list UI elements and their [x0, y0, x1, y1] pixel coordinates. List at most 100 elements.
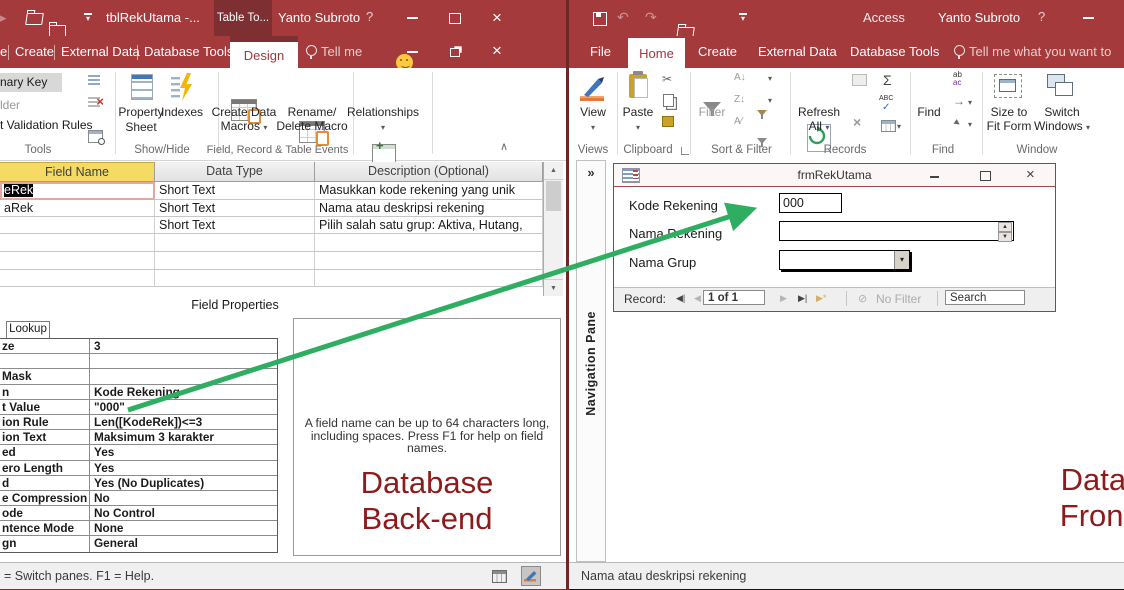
- prop-value[interactable]: Len([KodeRek])<=3: [90, 415, 277, 429]
- tab-design-active[interactable]: Design: [230, 42, 298, 68]
- create-data-macros-button[interactable]: Create Data Macros ▾: [208, 105, 280, 133]
- datasheet-view-icon[interactable]: [489, 566, 509, 586]
- description-cell[interactable]: Nama atau deskripsi rekening: [315, 200, 543, 217]
- view-button[interactable]: View ▾: [571, 105, 615, 133]
- help-icon[interactable]: ?: [1038, 9, 1045, 24]
- remove-sort-icon[interactable]: A⁄: [734, 116, 742, 127]
- new-record-icon[interactable]: [852, 74, 867, 86]
- data-type-cell[interactable]: [155, 234, 315, 252]
- field-name-cell[interactable]: [0, 252, 155, 270]
- paste-icon[interactable]: [629, 71, 648, 98]
- copy-icon[interactable]: [663, 94, 674, 107]
- help-icon[interactable]: ?: [366, 9, 373, 24]
- paste-button[interactable]: Paste ▾: [617, 105, 659, 133]
- format-painter-icon[interactable]: [662, 116, 674, 127]
- data-type-cell[interactable]: Short Text: [155, 200, 315, 217]
- prop-value[interactable]: Yes: [90, 461, 277, 475]
- minimize-button[interactable]: [407, 17, 418, 19]
- prop-value[interactable]: [90, 369, 277, 383]
- prop-value[interactable]: No Control: [90, 506, 277, 520]
- prop-value[interactable]: 3: [90, 339, 277, 353]
- field-name-cell[interactable]: aRek: [0, 200, 155, 217]
- prop-value-default[interactable]: "000": [90, 400, 277, 414]
- prop-value[interactable]: General: [90, 536, 277, 551]
- qat-customize-icon[interactable]: ▾: [84, 13, 92, 23]
- doc-minimize-button[interactable]: [407, 51, 418, 53]
- description-cell[interactable]: Pilih salah satu grup: Aktiva, Hutang,: [315, 217, 543, 234]
- cut-icon[interactable]: ✂: [662, 72, 672, 86]
- switch-windows-button[interactable]: Switch Windows ▾: [1033, 105, 1091, 133]
- switch-windows-icon[interactable]: [1047, 74, 1075, 98]
- current-record-box[interactable]: 1 of 1: [703, 290, 765, 305]
- indexes-button[interactable]: Indexes: [156, 105, 208, 119]
- data-type-cell[interactable]: [155, 270, 315, 287]
- nama-rekening-input[interactable]: [779, 221, 1014, 241]
- column-header-field-name[interactable]: Field Name: [0, 162, 155, 182]
- description-cell[interactable]: [315, 252, 543, 270]
- doc-close-button[interactable]: ×: [492, 42, 502, 59]
- next-record-icon[interactable]: ▶: [780, 293, 787, 304]
- more-options-icon[interactable]: [881, 120, 896, 132]
- tell-me-box[interactable]: Tell me: [321, 44, 362, 59]
- description-cell[interactable]: [315, 270, 543, 287]
- goto-icon[interactable]: →: [953, 94, 965, 108]
- form-maximize-icon[interactable]: [980, 171, 991, 181]
- delete-record-icon[interactable]: ×: [853, 114, 861, 130]
- clipboard-dialog-launcher-icon[interactable]: [681, 147, 689, 155]
- refresh-all-button[interactable]: Refresh All ▾: [794, 105, 844, 133]
- delete-rows-icon[interactable]: [88, 94, 104, 109]
- size-to-fit-form-icon[interactable]: [994, 74, 1022, 98]
- description-cell[interactable]: [315, 234, 543, 252]
- account-name[interactable]: Yanto Subroto: [278, 10, 360, 25]
- data-type-cell[interactable]: Short Text: [155, 217, 315, 234]
- test-validation-rules-button[interactable]: t Validation Rules: [0, 118, 93, 132]
- prop-value[interactable]: Yes (No Duplicates): [90, 476, 277, 490]
- maximize-button[interactable]: [449, 13, 461, 24]
- builder-button[interactable]: lder: [0, 98, 20, 112]
- prop-value[interactable]: None: [90, 521, 277, 535]
- close-button[interactable]: ×: [492, 9, 502, 26]
- prop-value[interactable]: No: [90, 491, 277, 505]
- tab-database-tools[interactable]: Database Tools: [144, 44, 233, 59]
- prop-value[interactable]: Kode Rekening: [90, 385, 277, 399]
- insert-rows-icon[interactable]: [88, 75, 100, 86]
- nama-rekening-spinner[interactable]: ▲ ▼: [998, 222, 1012, 242]
- scrollbar-thumb[interactable]: [546, 181, 561, 211]
- tab-external-data[interactable]: External Data: [758, 44, 837, 59]
- column-header-data-type[interactable]: Data Type: [155, 162, 315, 182]
- select-icon[interactable]: ▸: [952, 116, 964, 129]
- form-close-icon[interactable]: ×: [1026, 166, 1035, 183]
- tab-home-cut[interactable]: e: [0, 44, 7, 59]
- scroll-down-icon[interactable]: ▼: [544, 279, 563, 297]
- data-type-cell[interactable]: Short Text: [155, 182, 315, 200]
- spin-up-icon[interactable]: ▲: [998, 222, 1012, 232]
- kode-rekening-input[interactable]: 000: [779, 193, 842, 213]
- collapse-ribbon-icon[interactable]: ∧: [500, 140, 508, 153]
- combo-dropdown-icon[interactable]: ▾: [894, 251, 909, 269]
- filter-button[interactable]: Filter: [690, 105, 734, 119]
- indexes-lightning-icon[interactable]: [170, 73, 194, 101]
- minimize-button[interactable]: [1083, 17, 1094, 19]
- modify-lookups-icon[interactable]: [88, 130, 105, 145]
- tab-file[interactable]: File: [590, 44, 611, 59]
- field-name-cell[interactable]: [0, 217, 155, 234]
- tab-home-active[interactable]: Home: [628, 38, 685, 68]
- save-icon[interactable]: [593, 12, 607, 26]
- form-minimize-icon[interactable]: [930, 176, 939, 178]
- new-record-icon[interactable]: ▶*: [816, 293, 826, 304]
- open-folder-icon[interactable]: [25, 13, 44, 25]
- spin-down-icon[interactable]: ▼: [998, 232, 1012, 242]
- account-name[interactable]: Yanto Subroto: [938, 10, 1020, 25]
- description-cell[interactable]: Masukkan kode rekening yang unik: [315, 182, 543, 200]
- view-icon[interactable]: [579, 74, 607, 102]
- redo-icon[interactable]: ↷: [645, 9, 657, 26]
- prop-value[interactable]: Maksimum 3 karakter: [90, 430, 277, 444]
- navigation-pane[interactable]: » Navigation Pane: [576, 160, 606, 562]
- size-to-fit-form-button[interactable]: Size to Fit Form: [984, 105, 1034, 133]
- spelling-icon[interactable]: ABC ✓: [879, 95, 893, 113]
- nama-grup-combobox[interactable]: ▾: [779, 250, 910, 270]
- doc-restore-button[interactable]: [450, 48, 460, 57]
- relationships-icon[interactable]: [372, 138, 396, 164]
- field-name-cell[interactable]: [0, 234, 155, 252]
- last-record-icon[interactable]: ▶|: [798, 293, 807, 304]
